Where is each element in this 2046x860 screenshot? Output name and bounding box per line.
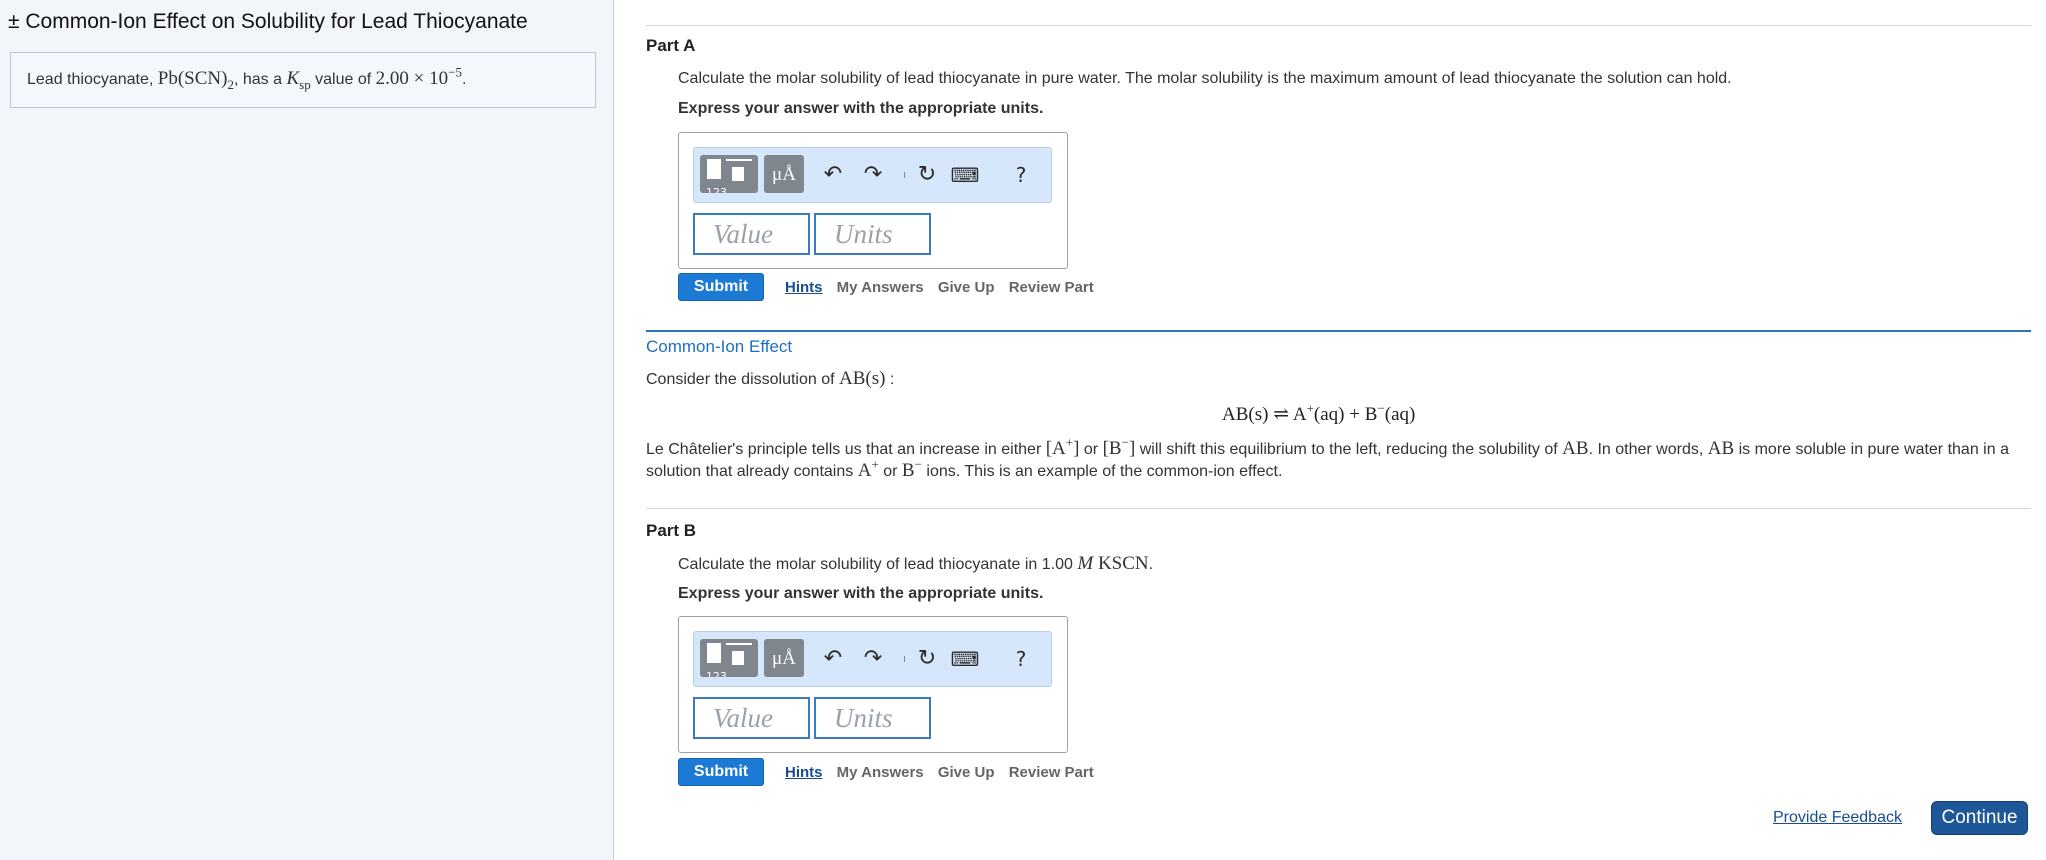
redo-icon[interactable]: ↷	[858, 640, 888, 678]
help-button[interactable]: ?	[1006, 640, 1036, 678]
dissolution-equation: AB(s) ⇌ A+(aq) + B−(aq)	[1222, 400, 1416, 425]
part-b-hints-link[interactable]: Hints	[785, 764, 823, 781]
part-a-units-input[interactable]: Units	[814, 213, 931, 255]
reset-icon[interactable]: ↻	[912, 640, 942, 678]
part-a-review-part-link[interactable]: Review Part	[1009, 279, 1094, 296]
templates-button[interactable]: 123	[700, 639, 758, 677]
units-button[interactable]: μÅ	[764, 639, 804, 677]
part-a-title: Part A	[646, 36, 696, 55]
intro-mid: , has a	[233, 71, 282, 88]
ksp-value: 2.00 × 10−5	[375, 64, 462, 89]
intro-value-label: value of	[315, 71, 372, 88]
section-divider	[646, 330, 2031, 332]
ksp-symbol: Ksp	[286, 68, 311, 92]
divider	[646, 508, 2031, 509]
continue-button[interactable]: Continue	[1931, 801, 2028, 835]
part-b-title: Part B	[646, 521, 697, 540]
help-button[interactable]: ?	[1006, 156, 1036, 194]
keyboard-icon[interactable]: ⌨	[950, 156, 980, 194]
part-b-express: Express your answer with the appropriate…	[678, 585, 1044, 602]
part-b-answer-box: 123 μÅ ↶ ↷ ↻ ⌨ ? Value Units	[678, 616, 1068, 753]
reset-icon[interactable]: ↻	[912, 156, 942, 194]
units-button[interactable]: μÅ	[764, 155, 804, 193]
part-b-review-part-link[interactable]: Review Part	[1009, 764, 1094, 781]
part-a-hints-link[interactable]: Hints	[785, 279, 823, 296]
intro-formula: Pb(SCN)2	[157, 68, 234, 92]
part-a-give-up-link[interactable]: Give Up	[938, 279, 995, 296]
undo-icon[interactable]: ↶	[818, 156, 848, 194]
part-a-my-answers-link[interactable]: My Answers	[837, 279, 924, 296]
templates-label: 123	[706, 186, 727, 193]
undo-icon[interactable]: ↶	[818, 640, 848, 678]
problem-title: ± Common-Ion Effect on Solubility for Le…	[8, 10, 528, 33]
lechatelier-text: Le Châtelier's principle tells us that a…	[646, 434, 2009, 481]
part-a-value-input[interactable]: Value	[693, 213, 810, 255]
part-b-prompt: Calculate the molar solubility of lead t…	[678, 553, 1154, 574]
problem-intro: Lead thiocyanate, Pb(SCN)2, has a Ksp va…	[10, 52, 596, 108]
intro-prefix: Lead thiocyanate,	[27, 71, 154, 88]
part-b-give-up-link[interactable]: Give Up	[938, 764, 995, 781]
templates-label: 123	[706, 670, 727, 677]
part-b-value-input[interactable]: Value	[693, 697, 810, 739]
part-b-my-answers-link[interactable]: My Answers	[837, 764, 924, 781]
divider	[646, 25, 2031, 26]
toolbar-separator	[904, 656, 905, 662]
provide-feedback-link[interactable]: Provide Feedback	[1773, 809, 1902, 827]
keyboard-icon[interactable]: ⌨	[950, 640, 980, 678]
main-content: Part A Calculate the molar solubility of…	[615, 0, 2046, 860]
part-b-submit-button[interactable]: Submit	[678, 758, 764, 786]
redo-icon[interactable]: ↷	[858, 156, 888, 194]
part-a-answer-box: 123 μÅ ↶ ↷ ↻ ⌨ ? Value Units	[678, 132, 1068, 269]
templates-button[interactable]: 123	[700, 155, 758, 193]
part-a-links: Hints My Answers Give Up Review Part	[785, 279, 1104, 296]
part-a-submit-button[interactable]: Submit	[678, 273, 764, 301]
toolbar-separator	[904, 172, 905, 178]
intro-suffix: .	[461, 71, 467, 88]
part-b-toolbar: 123 μÅ ↶ ↷ ↻ ⌨ ?	[693, 631, 1052, 687]
part-a-toolbar: 123 μÅ ↶ ↷ ↻ ⌨ ?	[693, 147, 1052, 203]
part-b-units-input[interactable]: Units	[814, 697, 931, 739]
common-ion-title: Common-Ion Effect	[646, 337, 793, 356]
part-b-links: Hints My Answers Give Up Review Part	[785, 764, 1104, 781]
part-a-express: Express your answer with the appropriate…	[678, 100, 1044, 117]
dissolution-text: Consider the dissolution of AB(s) :	[646, 368, 895, 389]
problem-sidebar: ± Common-Ion Effect on Solubility for Le…	[0, 0, 614, 860]
part-a-prompt: Calculate the molar solubility of lead t…	[678, 70, 1732, 87]
